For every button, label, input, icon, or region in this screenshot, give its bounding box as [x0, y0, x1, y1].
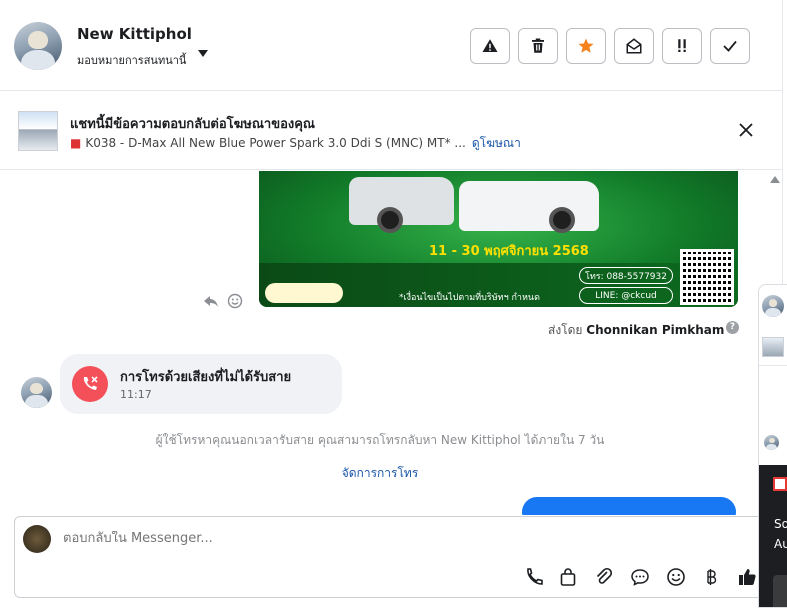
poster-date-range: 11 - 30 พฤศจิกายน 2568	[429, 244, 589, 259]
baht-icon[interactable]	[701, 567, 721, 587]
side-ad-thumbnail[interactable]	[762, 337, 784, 357]
side-button[interactable]	[773, 575, 787, 607]
mark-spam-button[interactable]	[470, 28, 510, 64]
truck-icon: ■	[70, 136, 82, 150]
ad-image-message[interactable]: 11 - 30 พฤศจิกายน 2568 โทร: 088-5577932 …	[259, 171, 738, 307]
side-text-line2: Au	[774, 537, 787, 551]
chat-bubble-icon[interactable]	[630, 567, 650, 587]
wheel-shape	[377, 207, 403, 233]
wheel-shape	[549, 207, 575, 233]
side-avatar[interactable]	[762, 295, 784, 317]
conversation-panel: New Kittiphol มอบหมายการสนทนานี้ แชทนี้ม…	[0, 0, 783, 608]
star-icon	[578, 38, 594, 53]
delete-button[interactable]	[518, 28, 558, 64]
truck-image	[459, 181, 599, 231]
reply-composer	[14, 516, 770, 598]
shopping-bag-icon[interactable]	[558, 567, 578, 587]
info-icon[interactable]: ?	[726, 321, 739, 334]
close-icon[interactable]	[738, 122, 754, 138]
dealer-logo	[265, 283, 343, 303]
missed-call-time: 11:17	[120, 388, 152, 401]
ad-reply-banner: แชทนี้มีข้อความตอบกลับต่อโฆษณาของคุณ ■ K0…	[0, 91, 783, 170]
divider	[759, 365, 787, 366]
trash-icon	[532, 38, 544, 53]
paperclip-icon[interactable]	[594, 567, 614, 587]
ad-thumbnail[interactable]	[18, 111, 58, 151]
warning-icon	[482, 39, 498, 52]
phone-icon[interactable]	[524, 567, 544, 587]
outgoing-message-bubble[interactable]	[522, 497, 736, 515]
star-button[interactable]	[566, 28, 606, 64]
message-thread[interactable]: 11 - 30 พฤศจิกายน 2568 โทร: 088-5577932 …	[0, 171, 783, 515]
sent-by-label: ส่งโดย Chonnikan Pimkham	[548, 321, 724, 340]
inbox-app: New Kittiphol มอบหมายการสนทนานี้ แชทนี้ม…	[0, 0, 787, 608]
emoji-icon[interactable]	[666, 567, 686, 587]
ad-product-line: ■ K038 - D-Max All New Blue Power Spark 3…	[70, 134, 521, 153]
side-notification-card[interactable]: So Au	[759, 465, 787, 607]
chevron-down-icon[interactable]	[198, 50, 208, 57]
missed-call-title: การโทรด้วยเสียงที่ไม่ได้รับสาย	[120, 370, 292, 385]
mark-unread-button[interactable]	[614, 28, 654, 64]
check-icon	[723, 40, 737, 52]
ad-banner-title: แชทนี้มีข้อความตอบกลับต่อโฆษณาของคุณ	[70, 117, 315, 132]
mark-done-button[interactable]	[710, 28, 750, 64]
side-text-line1: So	[774, 517, 787, 531]
mark-important-button[interactable]	[662, 28, 702, 64]
poster-line-id: LINE: @ckcud	[579, 287, 673, 304]
missed-call-icon	[72, 366, 108, 402]
poster-conditions-note: *เงื่อนไขเป็นไปตามที่บริษัทฯ กำหนด	[399, 293, 540, 303]
thumbs-up-icon[interactable]	[737, 567, 757, 587]
app-icon	[773, 477, 787, 491]
reply-arrow-icon[interactable]	[203, 293, 219, 309]
assign-conversation-label[interactable]: มอบหมายการสนทนานี้	[77, 51, 186, 69]
missed-call-bubble[interactable]: การโทรด้วยเสียงที่ไม่ได้รับสาย 11:17	[60, 354, 342, 414]
reply-input[interactable]	[63, 531, 663, 546]
contact-name[interactable]: New Kittiphol	[77, 25, 192, 43]
emoji-react-icon[interactable]	[227, 293, 243, 309]
exclamations-icon	[678, 39, 686, 52]
conversation-header: New Kittiphol มอบหมายการสนทนานี้	[0, 0, 783, 91]
view-ad-link[interactable]: ดูโฆษณา	[472, 136, 521, 150]
qr-code	[680, 249, 734, 305]
scroll-up-arrow-icon[interactable]	[770, 176, 780, 183]
ad-product-name: K038 - D-Max All New Blue Power Spark 3.…	[85, 136, 466, 150]
side-avatar-small[interactable]	[764, 435, 779, 450]
contact-avatar-small[interactable]	[21, 377, 52, 408]
poster-phone: โทร: 088-5577932	[579, 267, 673, 284]
sent-by-name: Chonnikan Pimkham	[586, 323, 725, 337]
system-message: ผู้ใช้โทรหาคุณนอกเวลารับสาย คุณสามารถโทร…	[155, 433, 605, 447]
side-chat-panel[interactable]: So Au	[758, 284, 787, 608]
page-avatar	[23, 525, 51, 553]
sent-by-prefix: ส่งโดย	[548, 323, 583, 337]
manage-calls-link[interactable]: จัดการการโทร	[0, 464, 760, 483]
contact-avatar[interactable]	[14, 22, 62, 70]
envelope-open-icon	[626, 38, 642, 54]
